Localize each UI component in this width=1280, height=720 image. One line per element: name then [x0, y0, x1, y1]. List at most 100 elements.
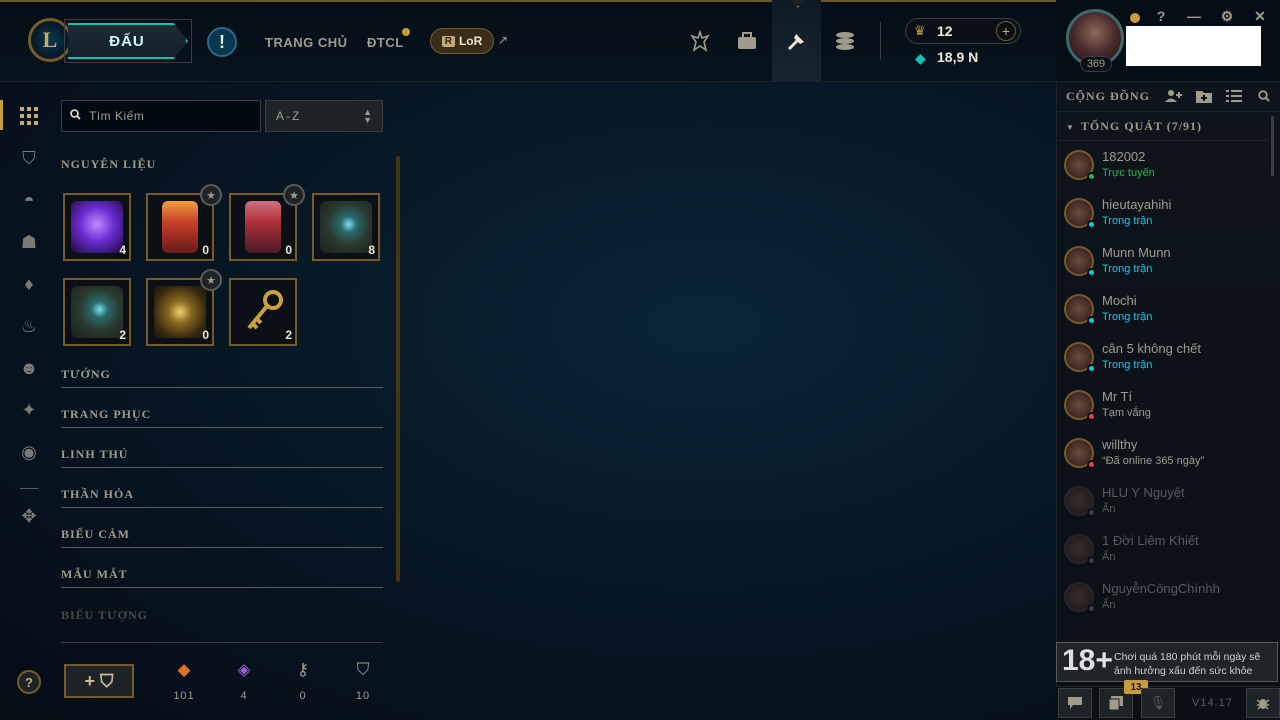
loot-tile[interactable]: 8	[312, 193, 380, 261]
loot-count: 4	[119, 243, 126, 257]
friend-status: “Đã online 365 ngày”	[1102, 455, 1205, 467]
collection-bag-icon[interactable]	[734, 28, 760, 54]
friend-name: hieutayahihi	[1102, 197, 1172, 212]
gold-chest-icon	[154, 286, 206, 338]
key-fragment-icon: ⚷	[296, 660, 310, 679]
search-input[interactable]: Tìm Kiếm	[61, 100, 261, 132]
presence-dot	[1087, 604, 1096, 613]
friend-group-header[interactable]: ▼ TỔNG QUÁT (7/91)	[1066, 119, 1202, 134]
store-coins-icon[interactable]	[832, 28, 858, 54]
summoner-name-redacted	[1126, 26, 1261, 66]
list-view-icon[interactable]	[1225, 88, 1243, 104]
summoner-flame-icon[interactable]: ♨	[18, 315, 40, 337]
scrollbar[interactable]	[396, 156, 400, 582]
friend-row[interactable]: 182002 Trực tuyến	[1058, 149, 1268, 198]
client-version: V14.17	[1192, 697, 1233, 709]
trophy-icon[interactable]	[687, 28, 713, 54]
divider	[61, 587, 383, 588]
chevron-updown-icon: ▲ ▼	[363, 107, 372, 125]
sort-select[interactable]: A-Z ▲ ▼	[265, 100, 383, 132]
section-materials[interactable]: NGUYÊN LIỆU	[61, 157, 383, 177]
scrollbar[interactable]	[1271, 116, 1274, 176]
close-button[interactable]: ✕	[1250, 6, 1270, 26]
add-rp-button[interactable]: +	[996, 21, 1016, 41]
chest-count-icon: ⛉	[356, 660, 370, 679]
friend-row[interactable]: Mr Tí Tạm vắng	[1058, 389, 1268, 438]
friend-name: 1 Đời Liêm Khiết	[1102, 533, 1199, 548]
divider	[61, 387, 383, 388]
friend-name: Munn Munn	[1102, 245, 1171, 260]
add-folder-icon[interactable]	[1195, 88, 1213, 104]
friend-row[interactable]: NguyễnCôngChínhh Ẩn	[1058, 581, 1268, 630]
loot-tile[interactable]: 2	[229, 278, 297, 346]
section-wards[interactable]: MẪU MẮT	[61, 567, 383, 587]
eternals-icon[interactable]: ✦	[18, 399, 40, 421]
friend-row[interactable]: Mochi Trong trận	[1058, 293, 1268, 342]
search-icon[interactable]	[1255, 88, 1273, 104]
friend-row[interactable]: Munn Munn Trong trận	[1058, 245, 1268, 294]
microphone-icon[interactable]: 🎙	[1141, 688, 1175, 718]
chevron-down-icon: ▼	[1066, 123, 1075, 132]
ward-icon[interactable]: ♦	[18, 273, 40, 295]
profile-icon[interactable]: ◉	[18, 441, 40, 463]
presence-dot	[1087, 460, 1096, 469]
section-skins[interactable]: TRANG PHỤC	[61, 407, 383, 427]
nav-tft[interactable]: ĐTCL	[367, 35, 404, 50]
friend-status: Trong trận	[1102, 215, 1153, 227]
chest-icon[interactable]: ⛉	[18, 147, 40, 169]
loot-count: 0	[202, 328, 209, 342]
friend-name: NguyễnCôngChínhh	[1102, 581, 1220, 596]
section-icons[interactable]: BIỂU TƯỢNG	[61, 608, 148, 623]
chest-count-value: 10	[355, 690, 371, 702]
grid-all-icon[interactable]	[18, 105, 40, 127]
loot-crafting-icon[interactable]	[784, 28, 810, 54]
bug-report-icon[interactable]	[1246, 688, 1280, 718]
section-eternals[interactable]: THẦN HỎA	[61, 487, 383, 507]
riot-points-value: 12	[937, 23, 953, 39]
play-button[interactable]: ĐẤU	[68, 23, 188, 59]
friend-row[interactable]: willthy “Đã online 365 ngày”	[1058, 437, 1268, 486]
emote-icon[interactable]: ☻	[18, 357, 40, 379]
friend-row[interactable]: hieutayahihi Trong trận	[1058, 197, 1268, 246]
loot-tile[interactable]: 4	[63, 193, 131, 261]
presence-dot	[1087, 364, 1096, 373]
champion-helmet-icon[interactable]: ◓	[18, 189, 40, 211]
friend-row[interactable]: cân 5 không chết Trong trận	[1058, 341, 1268, 390]
divider	[61, 507, 383, 508]
lol-logo-icon[interactable]: L	[28, 18, 72, 62]
friend-status: Ẩn	[1102, 503, 1116, 515]
presence-dot	[1087, 508, 1096, 517]
settings-gear-icon[interactable]: ⚙	[1217, 6, 1237, 26]
misc-icon[interactable]: ✥	[18, 505, 40, 527]
lor-logo-icon: R	[441, 35, 455, 47]
star-icon: ★	[200, 269, 222, 291]
masterwork-chest-icon	[71, 286, 123, 338]
alert-icon[interactable]: !	[207, 27, 237, 57]
help-icon[interactable]: ?	[1151, 6, 1171, 26]
minimize-button[interactable]: —	[1184, 6, 1204, 26]
friend-status: Ẩn	[1102, 599, 1116, 611]
friend-name: 182002	[1102, 149, 1146, 164]
section-emotes[interactable]: BIỂU CẢM	[61, 527, 383, 547]
rail-active-indicator	[0, 100, 3, 130]
craft-chest-button[interactable]: + ⛉	[64, 664, 134, 698]
riot-points-icon: ♛	[914, 23, 926, 38]
chat-icon[interactable]	[1058, 688, 1092, 718]
search-placeholder: Tìm Kiếm	[89, 109, 145, 123]
group-label: TỔNG QUÁT (7/91)	[1080, 119, 1203, 133]
friend-row[interactable]: 1 Đời Liêm Khiết Ẩn	[1058, 533, 1268, 582]
skin-mask-icon[interactable]: ☗	[18, 231, 40, 253]
help-button[interactable]: ?	[17, 670, 41, 694]
skin-capsule-icon	[245, 201, 281, 253]
nav-home[interactable]: TRANG CHỦ	[265, 35, 348, 50]
loot-tile[interactable]: 2	[63, 278, 131, 346]
mythic-essence-icon: ◈	[237, 660, 251, 679]
presence-dot	[1087, 220, 1096, 229]
friend-name: willthy	[1102, 437, 1138, 452]
section-pets[interactable]: LINH THÚ	[61, 447, 383, 467]
lor-button[interactable]: R LoR	[430, 28, 494, 54]
friend-row[interactable]: HLU Y Nguyệt Ẩn	[1058, 485, 1268, 534]
section-champions[interactable]: TƯỚNG	[61, 367, 383, 387]
add-friend-icon[interactable]	[1165, 88, 1183, 104]
presence-dot	[1087, 172, 1096, 181]
